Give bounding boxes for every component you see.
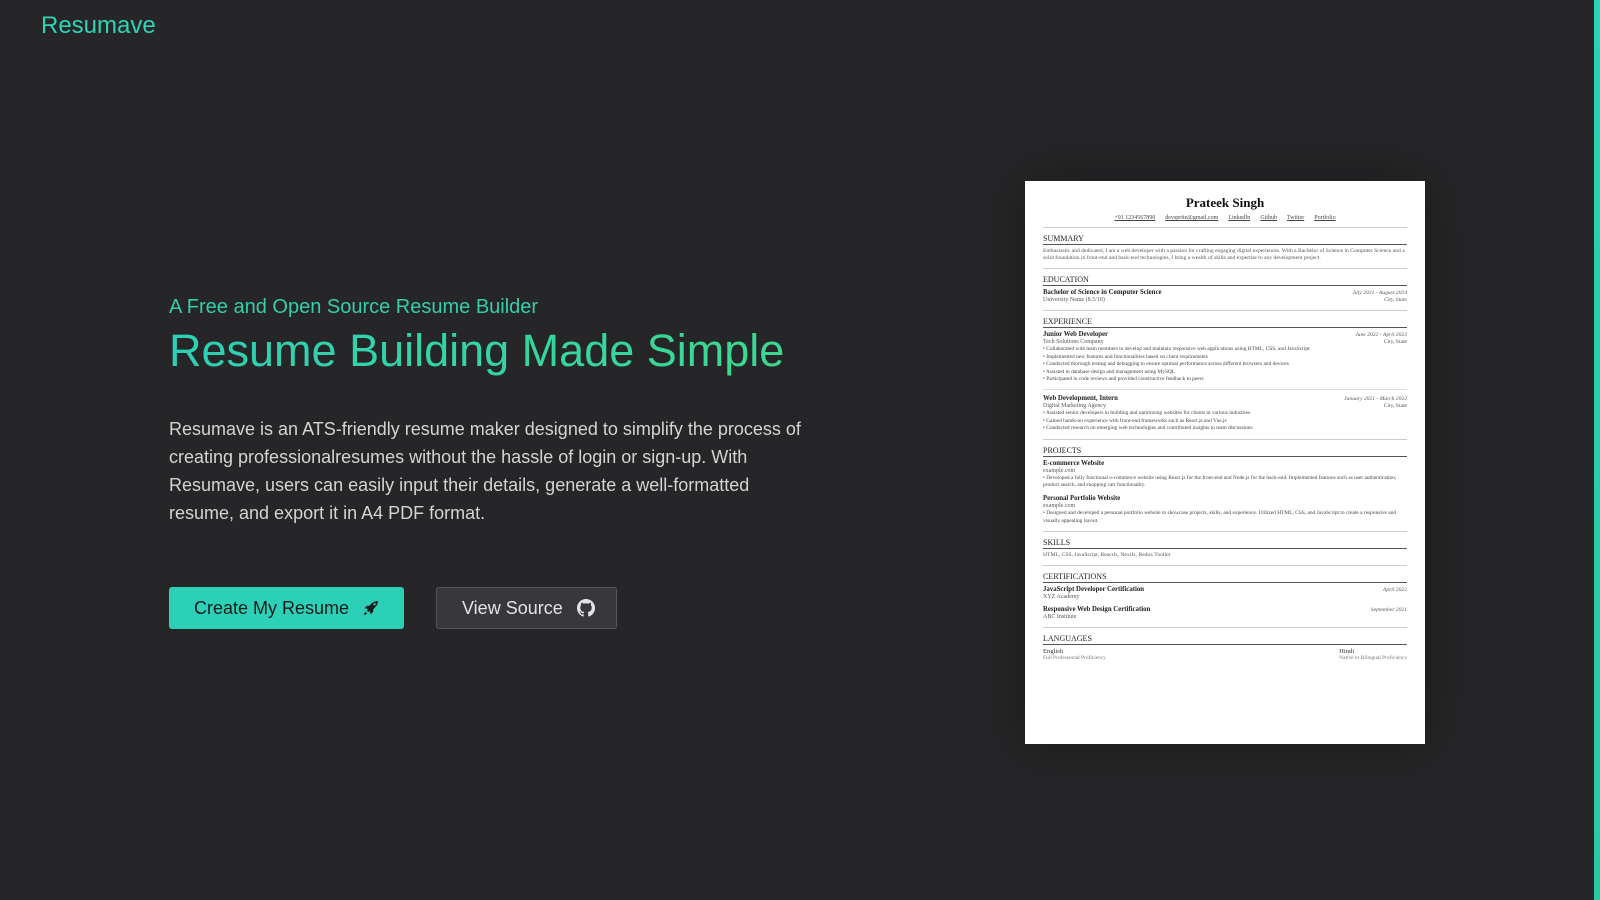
- resume-job: Junior Web Developer June 2022 - April 2…: [1043, 331, 1407, 384]
- resume-project-name: Personal Portfolio Website: [1043, 494, 1121, 502]
- resume-job-company: Digital Marketing Agency: [1043, 402, 1106, 409]
- view-source-label: View Source: [462, 597, 563, 618]
- resume-education-dates: July 2021 - August 2024: [1352, 290, 1407, 296]
- resume-section-title: SUMMARY: [1043, 234, 1407, 245]
- resume-bullet: • Assisted senior developers in building…: [1043, 409, 1251, 416]
- hero-section: A Free and Open Source Resume Builder Re…: [169, 296, 829, 527]
- resume-project: Personal Portfolio Website example.com •…: [1043, 495, 1407, 525]
- resume-cert-date: September 2021: [1370, 607, 1407, 614]
- github-icon: [576, 599, 595, 617]
- resume-bullet: • Collaborated with team members to deve…: [1043, 346, 1310, 352]
- resume-language: English Full Professional Proficiency: [1043, 648, 1106, 661]
- hero-headline: Resume Building Made Simple: [169, 325, 829, 377]
- resume-job-role: Web Development, Intern: [1043, 394, 1118, 402]
- resume-bullet: • Conducted research on emerging web tec…: [1043, 425, 1253, 432]
- create-resume-button[interactable]: Create My Resume: [169, 587, 404, 629]
- hero-tagline: A Free and Open Source Resume Builder: [169, 296, 539, 318]
- resume-cert-name: JavaScript Developer Certification: [1043, 586, 1145, 594]
- resume-certification: Responsive Web Design Certification Sept…: [1043, 606, 1407, 621]
- resume-contact-phone: +91 1234567890: [1114, 215, 1156, 221]
- resume-job-location: City, State: [1383, 402, 1407, 409]
- resume-cert-issuer: XYZ Academy: [1043, 594, 1080, 601]
- resume-skills-section: SKILLS HTML, CSS, JavaScript, ReactJs, N…: [1043, 531, 1407, 559]
- resume-job-dates: June 2022 - April 2023: [1355, 332, 1407, 338]
- resume-bullet: • Gained hands-on experience with front-…: [1043, 417, 1227, 424]
- resume-school: University Name (8.5/10): [1043, 297, 1105, 303]
- hero-actions: Create My Resume View Source: [169, 587, 617, 629]
- resume-bullet: • Developed a fully functional e-commerc…: [1043, 474, 1397, 489]
- resume-project-link: example.com: [1043, 467, 1076, 474]
- logo[interactable]: Resumave: [41, 12, 156, 40]
- resume-contact-github: Github: [1260, 215, 1277, 221]
- resume-section-title: CERTIFICATIONS: [1043, 572, 1407, 584]
- resume-project-name: E-commerce Website: [1043, 459, 1105, 467]
- view-source-button[interactable]: View Source: [436, 587, 617, 629]
- resume-summary-section: SUMMARY Enthusiastic and dedicated, I am…: [1043, 227, 1407, 262]
- resume-job-dates: January 2021 - March 2022: [1344, 395, 1407, 402]
- resume-job-location: City, State: [1383, 339, 1407, 345]
- resume-summary-text: Enthusiastic and dedicated, I am a web d…: [1043, 248, 1405, 261]
- resume-language-level: Full Professional Proficiency: [1043, 655, 1106, 662]
- resume-language: Hindi Native or Bilingual Proficiency: [1339, 648, 1407, 661]
- resume-cert-issuer: ABC Institute: [1043, 614, 1077, 621]
- resume-education-section: EDUCATION Bachelor of Science in Compute…: [1043, 268, 1407, 304]
- resume-section-title: LANGUAGES: [1043, 634, 1407, 646]
- resume-degree: Bachelor of Science in Computer Science: [1043, 289, 1162, 296]
- resume-contact-portfolio: Portfolio: [1314, 215, 1336, 221]
- resume-education-location: City, State: [1384, 297, 1407, 303]
- scrollbar-accent[interactable]: [1594, 0, 1600, 900]
- resume-contact-email: devsprite@gmail.com: [1165, 215, 1219, 221]
- resume-project-link: example.com: [1043, 502, 1076, 509]
- resume-projects-section: PROJECTS E-commerce Website example.com …: [1043, 438, 1407, 525]
- resume-preview: Prateek Singh +91 1234567890 devsprite@g…: [1025, 181, 1425, 744]
- resume-cert-name: Responsive Web Design Certification: [1043, 606, 1151, 614]
- resume-contacts: +91 1234567890 devsprite@gmail.com Linke…: [1043, 215, 1407, 221]
- resume-languages-section: LANGUAGES English Full Professional Prof…: [1043, 627, 1407, 661]
- resume-section-title: EDUCATION: [1043, 275, 1407, 286]
- resume-contact-linkedin: LinkedIn: [1228, 215, 1251, 221]
- resume-bullet: • Conducted thorough testing and debuggi…: [1043, 361, 1289, 368]
- resume-experience-section: EXPERIENCE Junior Web Developer June 202…: [1043, 310, 1407, 433]
- resume-language-level: Native or Bilingual Proficiency: [1339, 655, 1407, 662]
- resume-skills-text: HTML, CSS, JavaScript, ReactJs, NextJs, …: [1043, 552, 1171, 559]
- resume-section-title: PROJECTS: [1043, 446, 1407, 457]
- resume-job: Web Development, Intern January 2021 - M…: [1043, 388, 1407, 433]
- resume-section-title: SKILLS: [1043, 538, 1407, 550]
- resume-bullet: • Participated in code reviews and provi…: [1043, 376, 1204, 383]
- resume-cert-date: April 2022: [1382, 587, 1407, 594]
- hero-description: Resumave is an ATS-friendly resume maker…: [169, 419, 801, 523]
- resume-certifications-section: CERTIFICATIONS JavaScript Developer Cert…: [1043, 565, 1407, 621]
- create-resume-label: Create My Resume: [194, 597, 350, 618]
- resume-contact-twitter: Twitter: [1286, 215, 1305, 221]
- resume-bullet: • Designed and developed a personal port…: [1043, 509, 1397, 524]
- resume-name: Prateek Singh: [1185, 195, 1265, 210]
- rocket-icon: [363, 600, 379, 616]
- resume-job-role: Junior Web Developer: [1043, 331, 1109, 338]
- resume-project: E-commerce Website example.com • Develop…: [1043, 460, 1407, 490]
- resume-job-company: Tech Solutions Company: [1043, 339, 1104, 345]
- resume-section-title: EXPERIENCE: [1043, 317, 1407, 328]
- resume-certification: JavaScript Developer Certification April…: [1043, 586, 1407, 601]
